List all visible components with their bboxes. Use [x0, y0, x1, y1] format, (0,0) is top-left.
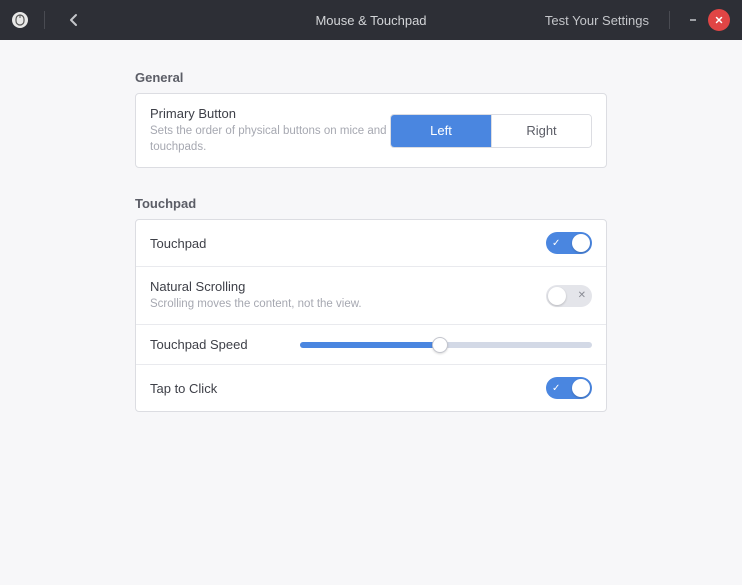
x-icon: ✕	[578, 290, 586, 301]
divider	[44, 11, 45, 29]
window-title: Mouse & Touchpad	[315, 13, 426, 28]
panel-general: Primary Button Sets the order of physica…	[135, 93, 607, 168]
primary-button-left[interactable]: Left	[391, 115, 491, 147]
check-icon: ✓	[552, 383, 560, 394]
primary-button-segmented: Left Right	[390, 114, 592, 148]
touchpad-speed-row: Touchpad Speed	[136, 325, 606, 365]
section-header-general: General	[135, 70, 607, 85]
mouse-icon	[12, 12, 28, 28]
primary-button-row: Primary Button Sets the order of physica…	[136, 94, 606, 167]
titlebar: Mouse & Touchpad Test Your Settings	[0, 0, 742, 40]
section-header-touchpad: Touchpad	[135, 196, 607, 211]
natural-scrolling-title: Natural Scrolling	[150, 279, 546, 294]
minimize-button[interactable]	[682, 9, 704, 31]
natural-scrolling-desc: Scrolling moves the content, not the vie…	[150, 296, 410, 312]
primary-button-title: Primary Button	[150, 106, 390, 121]
check-icon: ✓	[552, 238, 560, 249]
divider	[669, 11, 670, 29]
touchpad-title: Touchpad	[150, 236, 546, 251]
panel-touchpad: Touchpad ✓ Natural Scrolling Scrolling m…	[135, 219, 607, 412]
close-button[interactable]	[708, 9, 730, 31]
touchpad-speed-slider[interactable]	[300, 342, 592, 348]
primary-button-desc: Sets the order of physical buttons on mi…	[150, 123, 390, 155]
tap-to-click-toggle[interactable]: ✓	[546, 377, 592, 399]
touchpad-row: Touchpad ✓	[136, 220, 606, 267]
touchpad-speed-title: Touchpad Speed	[150, 337, 300, 352]
natural-scrolling-toggle[interactable]: ✕	[546, 285, 592, 307]
primary-button-right[interactable]: Right	[491, 115, 591, 147]
natural-scrolling-row: Natural Scrolling Scrolling moves the co…	[136, 267, 606, 325]
touchpad-toggle[interactable]: ✓	[546, 232, 592, 254]
slider-thumb[interactable]	[432, 337, 448, 353]
back-button[interactable]	[61, 7, 87, 33]
content: General Primary Button Sets the order of…	[0, 40, 742, 412]
tap-to-click-row: Tap to Click ✓	[136, 365, 606, 411]
tap-to-click-title: Tap to Click	[150, 381, 546, 396]
test-settings-button[interactable]: Test Your Settings	[537, 9, 657, 32]
